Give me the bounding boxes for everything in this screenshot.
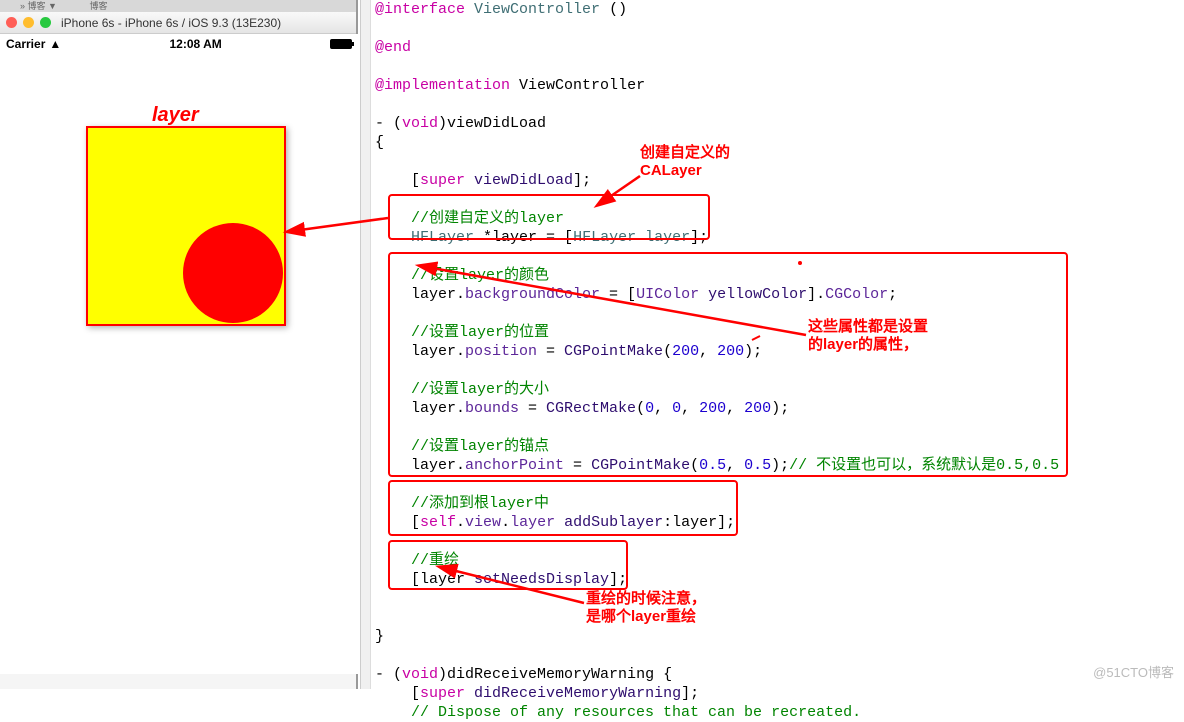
battery-icon [330,39,352,49]
browser-tabs: » 博客 ▼ 博客 [0,0,356,12]
editor-gutter [361,0,371,689]
red-circle [183,223,283,323]
annotation-box-create [388,194,710,240]
tab-2[interactable]: 博客 [89,1,107,11]
status-bar: Carrier ▲ 12:08 AM [0,34,358,54]
layer-annotation-label: layer [152,104,199,127]
wifi-icon: ▲ [49,37,61,51]
clock-label: 12:08 AM [170,37,222,51]
annotation-box-redraw [388,540,628,590]
tab-1[interactable]: » 博客 ▼ [20,1,57,11]
zoom-icon[interactable] [40,17,51,28]
window-traffic-lights [6,17,51,28]
annotation-redraw-note: 重绘的时候注意， 是哪个layer重绘 [586,590,706,626]
annotation-layer-props: 这些属性都是设置 的layer的属性， [808,318,928,354]
annotation-create-calayer: 创建自定义的 CALayer [640,144,730,180]
annotation-box-addsublayer [388,480,738,536]
carrier-label: Carrier [6,37,45,51]
annotation-box-props [388,252,1068,477]
minimize-icon[interactable] [23,17,34,28]
simulator-titlebar: iPhone 6s - iPhone 6s / iOS 9.3 (13E230) [0,12,356,34]
close-icon[interactable] [6,17,17,28]
window-title: iPhone 6s - iPhone 6s / iOS 9.3 (13E230) [61,16,281,30]
watermark: @51CTO博客 [1093,662,1174,681]
yellow-layer-box [86,126,286,326]
